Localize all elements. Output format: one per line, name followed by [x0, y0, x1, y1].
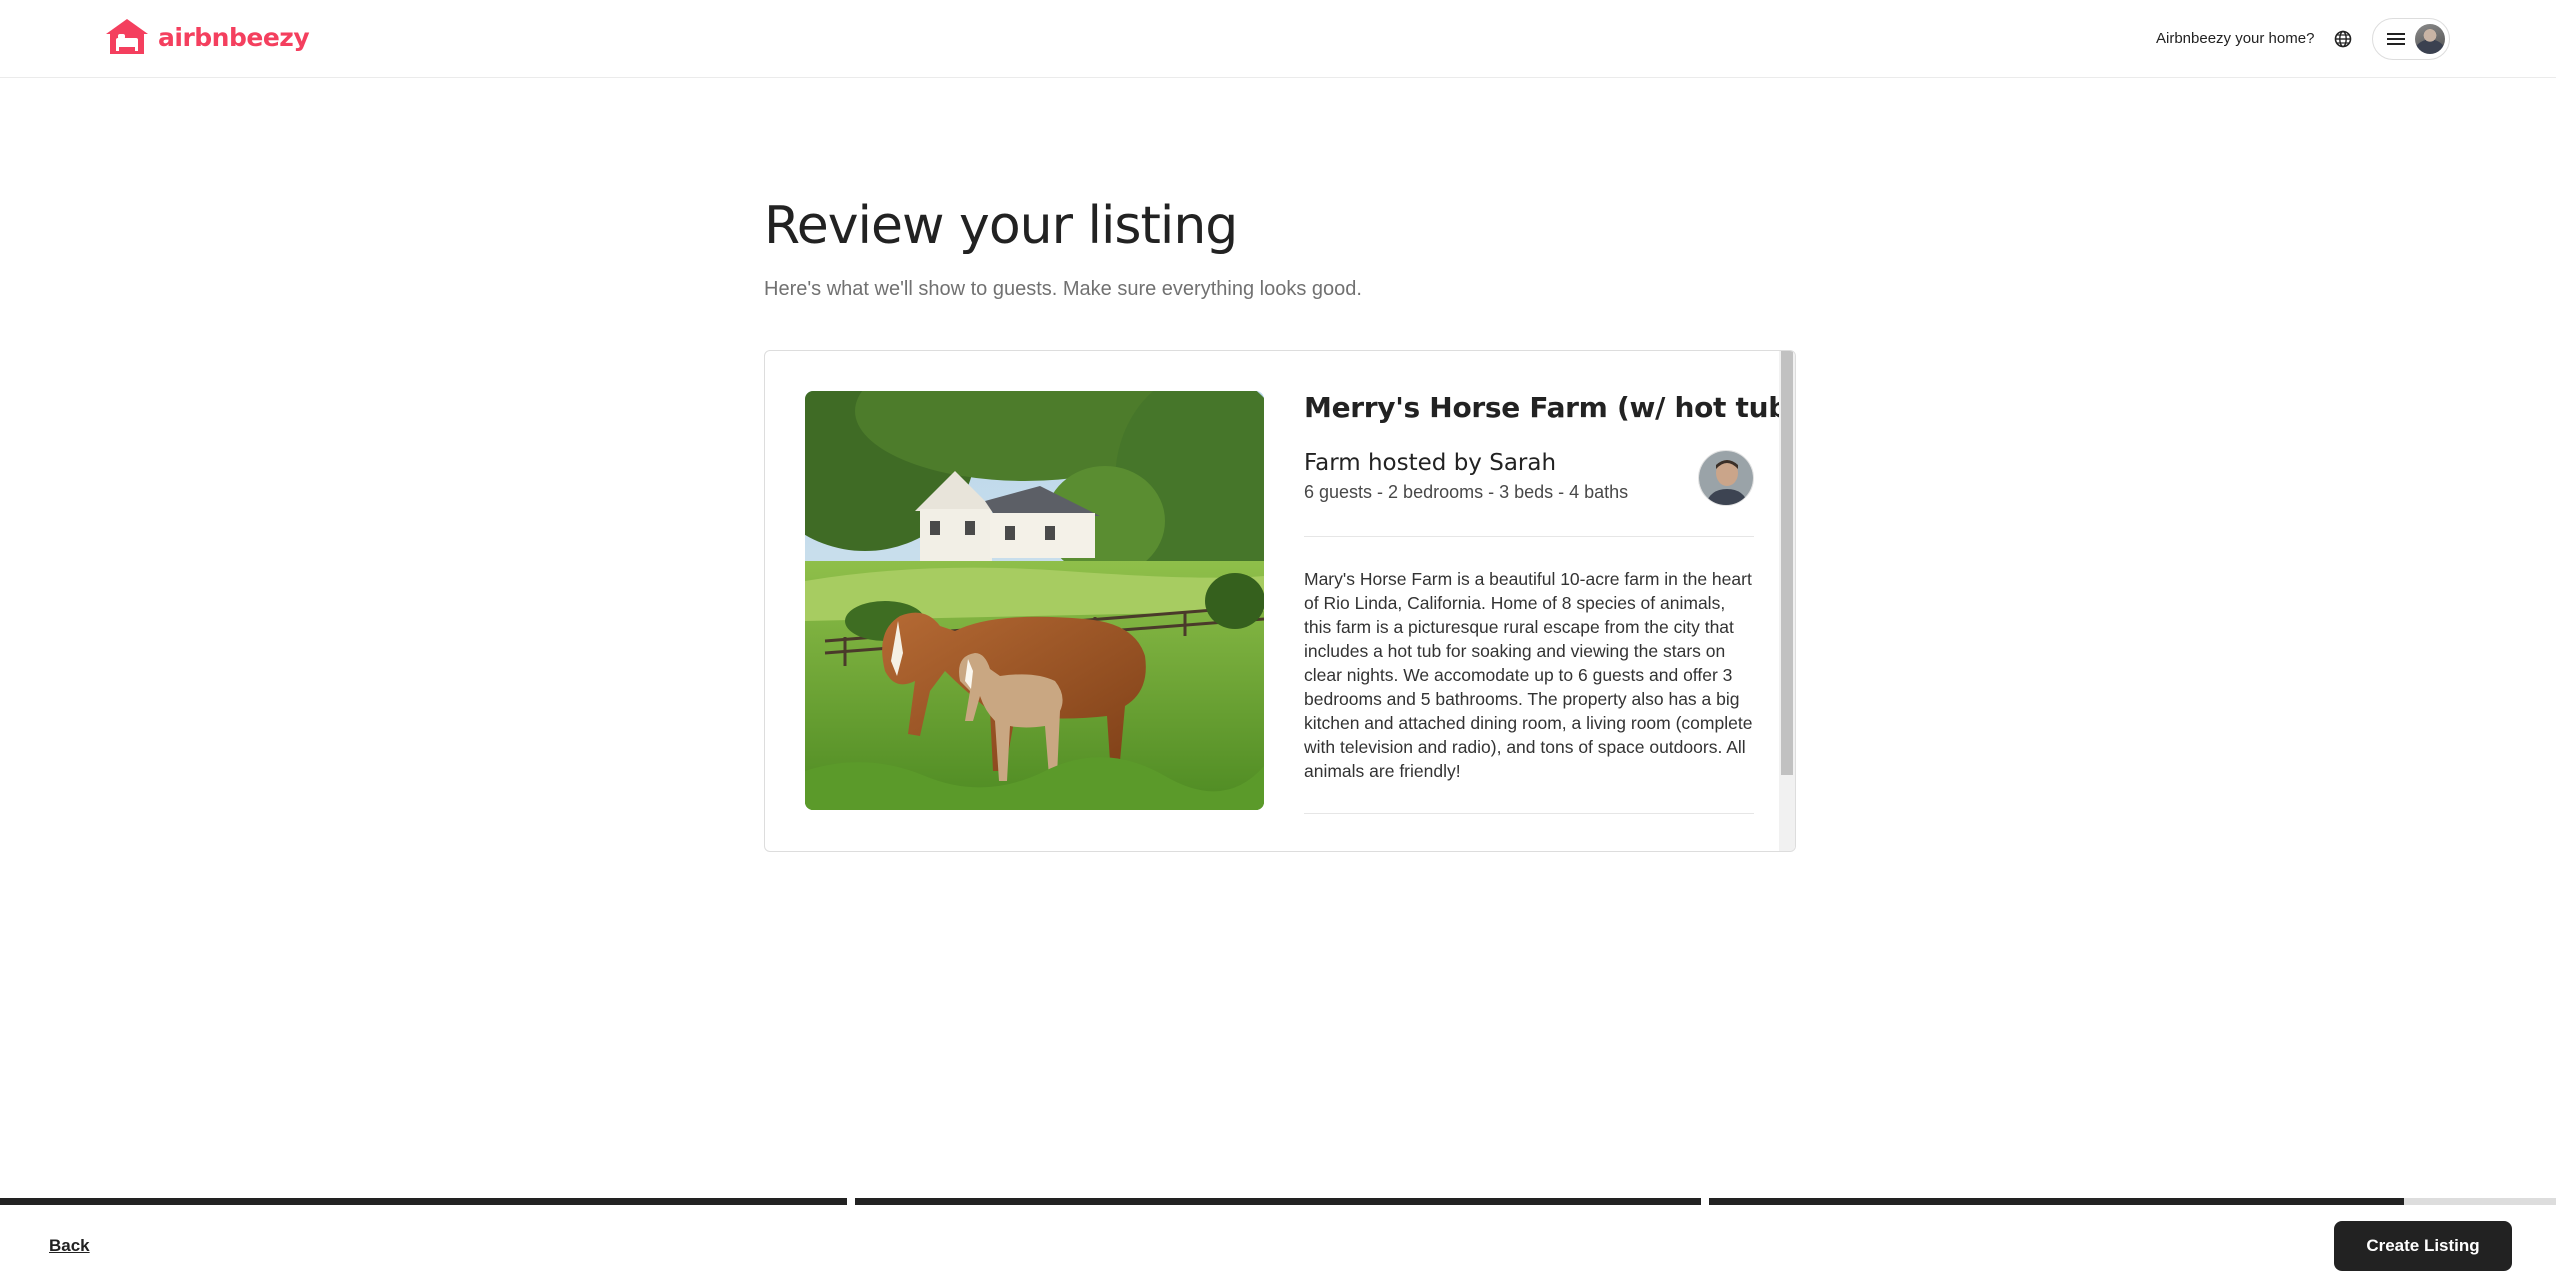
page-title: Review your listing [764, 196, 1238, 256]
become-host-link[interactable]: Airbnbeezy your home? [2150, 26, 2320, 51]
page-subtitle: Here's what we'll show to guests. Make s… [764, 278, 1362, 300]
hamburger-icon [2387, 33, 2405, 45]
globe-icon[interactable] [2330, 26, 2356, 52]
listing-title: Merry's Horse Farm (w/ hot tub!) [1304, 391, 1796, 424]
listing-details: 6 guests - 2 bedrooms - 3 beds - 4 baths [1304, 482, 1629, 502]
brand-logo[interactable]: airbnbeezy [104, 18, 310, 56]
progress-step-1 [0, 1198, 847, 1205]
card-scrollbar[interactable] [1779, 351, 1795, 851]
progress-step-2 [854, 1198, 1702, 1205]
listing-description: Mary's Horse Farm is a beautiful 10-acre… [1304, 569, 1753, 781]
listing-photo [805, 391, 1264, 810]
progress-step-3 [1709, 1198, 2556, 1205]
progress-bar [0, 1198, 2556, 1205]
listing-info: Merry's Horse Farm (w/ hot tub!) Farm ho… [1304, 391, 1796, 814]
divider [1304, 536, 1754, 537]
brand-name: airbnbeezy [158, 22, 310, 52]
user-avatar [2415, 24, 2445, 54]
scrollbar-thumb[interactable] [1781, 351, 1793, 775]
host-avatar [1698, 450, 1754, 506]
top-header: airbnbeezy Airbnbeezy your home? [0, 0, 2556, 78]
host-line: Farm hosted by Sarah [1304, 450, 1557, 476]
listing-preview-card: Merry's Horse Farm (w/ hot tub!) Farm ho… [764, 350, 1796, 852]
user-menu-button[interactable] [2372, 18, 2450, 60]
back-button[interactable]: Back [49, 1236, 90, 1256]
logo-house-icon [106, 19, 148, 54]
create-listing-button[interactable]: Create Listing [2334, 1221, 2512, 1271]
host-row: Farm hosted by Sarah 6 guests - 2 bedroo… [1304, 450, 1754, 510]
divider [1304, 813, 1754, 814]
